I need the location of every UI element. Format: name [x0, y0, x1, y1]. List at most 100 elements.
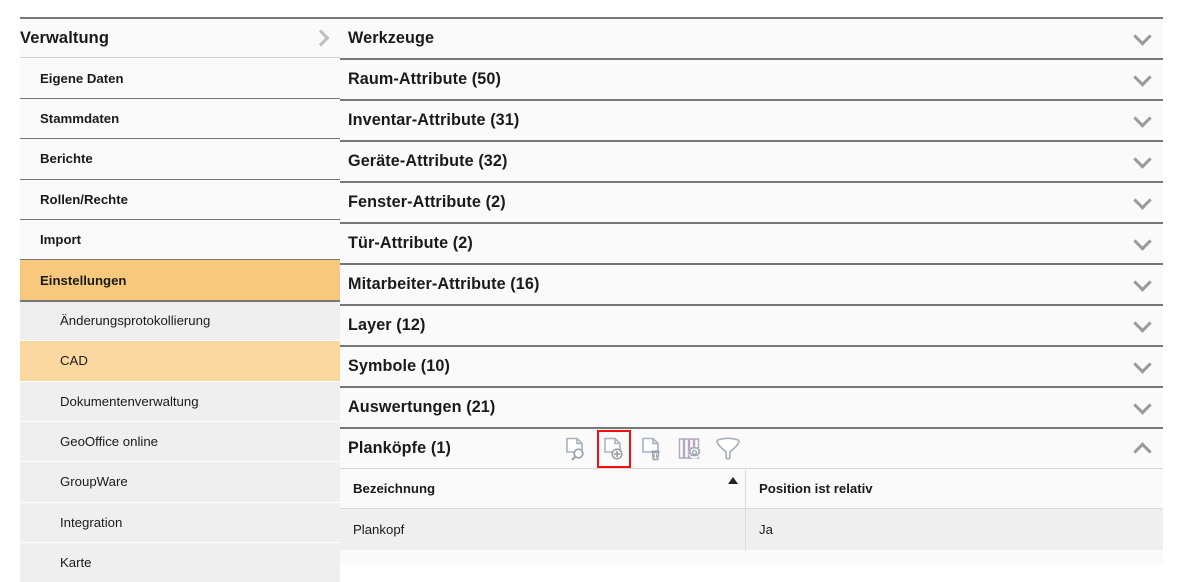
- accordion-header[interactable]: Geräte-Attribute (32): [340, 142, 1163, 181]
- grid-toolbar: [559, 429, 745, 468]
- sidebar-item-stammdaten[interactable]: Stammdaten: [20, 97, 340, 139]
- chevron-up-icon[interactable]: [1131, 438, 1153, 461]
- document-search-icon: [565, 437, 587, 461]
- filter-funnel-button[interactable]: [711, 430, 745, 468]
- sidebar-navigation: Verwaltung Eigene Daten Stammdaten Beric…: [0, 0, 340, 582]
- sidebar-item-label: Stammdaten: [40, 110, 120, 126]
- columns-settings-icon: [678, 437, 702, 461]
- accordion-section-inventar-attribute[interactable]: Inventar-Attribute (31): [340, 99, 1163, 140]
- chevron-down-icon[interactable]: [1131, 354, 1153, 378]
- accordion-header[interactable]: Layer (12): [340, 306, 1163, 345]
- accordion-section-layer[interactable]: Layer (12): [340, 304, 1163, 345]
- accordion-header[interactable]: Fenster-Attribute (2): [340, 183, 1163, 222]
- cell-value: Plankopf: [353, 522, 405, 537]
- cell-value: Ja: [759, 522, 773, 537]
- accordion-header[interactable]: Raum-Attribute (50): [340, 60, 1163, 99]
- sidebar-item-eigene-daten[interactable]: Eigene Daten: [20, 57, 340, 98]
- sidebar-item-label: Einstellungen: [40, 272, 127, 288]
- accordion-header[interactable]: Mitarbeiter-Attribute (16): [340, 265, 1163, 304]
- plankoepfe-data-grid: Bezeichnung Position ist relativ Plankop…: [340, 468, 1163, 565]
- sidebar-subitem-integration[interactable]: Integration: [20, 501, 340, 543]
- sidebar-item-rollen-rechte[interactable]: Rollen/Rechte: [20, 178, 340, 219]
- sidebar-item-label: Berichte: [40, 151, 93, 167]
- accordion-section-symbole[interactable]: Symbole (10): [340, 345, 1163, 386]
- accordion-header[interactable]: Inventar-Attribute (31): [340, 101, 1163, 140]
- column-header-bezeichnung[interactable]: Bezeichnung: [340, 469, 745, 508]
- cell-bezeichnung: Plankopf: [340, 509, 745, 550]
- table-row[interactable]: Plankopf Ja: [340, 509, 1163, 550]
- accordion-section-werkzeuge[interactable]: Werkzeuge: [340, 17, 1163, 58]
- accordion-title: Layer (12): [348, 316, 426, 334]
- accordion-header[interactable]: Werkzeuge: [340, 19, 1163, 58]
- cell-position-ist-relativ: Ja: [745, 509, 1163, 550]
- chevron-down-icon[interactable]: [1131, 190, 1153, 214]
- chevron-down-icon[interactable]: [1131, 231, 1153, 255]
- chevron-right-icon[interactable]: [310, 28, 330, 48]
- document-add-button[interactable]: [596, 429, 631, 468]
- sort-ascending-icon[interactable]: [728, 477, 738, 484]
- accordion-section-auswertungen[interactable]: Auswertungen (21): [340, 386, 1163, 427]
- accordion-header[interactable]: Auswertungen (21): [340, 388, 1163, 427]
- sidebar-subitem-label: GroupWare: [60, 474, 128, 490]
- column-header-label: Position ist relativ: [759, 481, 873, 496]
- sidebar-subitem-label: Integration: [60, 514, 123, 530]
- accordion-title: Mitarbeiter-Attribute (16): [348, 275, 540, 293]
- document-delete-button[interactable]: [635, 430, 669, 468]
- accordion-section-plankoepfe[interactable]: Planköpfe (1) Bezeichnung Position ist r…: [340, 427, 1163, 565]
- columns-settings-button[interactable]: [673, 430, 707, 468]
- accordion-header[interactable]: Planköpfe (1): [340, 429, 1163, 468]
- document-delete-icon: [641, 437, 663, 461]
- chevron-down-icon[interactable]: [1131, 149, 1153, 173]
- chevron-down-icon[interactable]: [1131, 67, 1153, 91]
- accordion-section-tuer-attribute[interactable]: Tür-Attribute (2): [340, 222, 1163, 263]
- accordion-title: Planköpfe (1): [348, 439, 451, 457]
- document-search-button[interactable]: [559, 430, 593, 468]
- sidebar-item-import[interactable]: Import: [20, 218, 340, 260]
- accordion-header[interactable]: Tür-Attribute (2): [340, 224, 1163, 263]
- column-header-label: Bezeichnung: [353, 481, 436, 496]
- accordion-title: Tür-Attribute (2): [348, 234, 473, 252]
- chevron-down-icon[interactable]: [1131, 108, 1153, 132]
- column-header-position-ist-relativ[interactable]: Position ist relativ: [745, 469, 1163, 508]
- sidebar-subitem-karte[interactable]: Karte: [20, 542, 340, 582]
- accordion-title: Werkzeuge: [348, 29, 435, 47]
- sidebar-item-label: Eigene Daten: [40, 70, 124, 86]
- accordion-header[interactable]: Symbole (10): [340, 347, 1163, 386]
- accordion-section-fenster-attribute[interactable]: Fenster-Attribute (2): [340, 181, 1163, 222]
- accordion-title: Fenster-Attribute (2): [348, 193, 506, 211]
- sidebar-subitem-dokumentenverwaltung[interactable]: Dokumentenverwaltung: [20, 380, 340, 421]
- sidebar-subitem-label: Karte: [60, 555, 92, 571]
- sidebar-subitem-label: Änderungsprotokollierung: [60, 313, 211, 329]
- sidebar-subitem-label: CAD: [60, 353, 88, 369]
- settings-accordion-panel: Werkzeuge Raum-Attribute (50) Inventar-A…: [340, 0, 1183, 571]
- sidebar-item-berichte[interactable]: Berichte: [20, 138, 340, 179]
- accordion-section-mitarbeiter-attribute[interactable]: Mitarbeiter-Attribute (16): [340, 263, 1163, 304]
- chevron-down-icon[interactable]: [1131, 26, 1153, 50]
- table-header-row: Bezeichnung Position ist relativ: [340, 469, 1163, 509]
- accordion-title: Symbole (10): [348, 357, 450, 375]
- chevron-down-icon[interactable]: [1131, 313, 1153, 337]
- sidebar-subitem-cad[interactable]: CAD: [20, 340, 340, 381]
- sidebar-item-label: Import: [40, 232, 82, 248]
- sidebar-item-einstellungen[interactable]: Einstellungen: [20, 259, 340, 300]
- chevron-down-icon[interactable]: [1131, 395, 1153, 419]
- sidebar-root-verwaltung[interactable]: Verwaltung: [20, 17, 340, 58]
- grid-empty-space: [340, 550, 1163, 565]
- sidebar-subitem-label: Dokumentenverwaltung: [60, 393, 199, 409]
- accordion-title: Geräte-Attribute (32): [348, 152, 508, 170]
- accordion-section-geraete-attribute[interactable]: Geräte-Attribute (32): [340, 140, 1163, 181]
- document-add-icon: [603, 437, 625, 461]
- sidebar-subitem-label: GeoOffice online: [60, 434, 158, 450]
- sidebar-subitem-geooffice-online[interactable]: GeoOffice online: [20, 420, 340, 462]
- accordion-title: Raum-Attribute (50): [348, 70, 501, 88]
- accordion-title: Auswertungen (21): [348, 398, 496, 416]
- sidebar-subitem-groupware[interactable]: GroupWare: [20, 461, 340, 502]
- sidebar-item-label: Rollen/Rechte: [40, 191, 128, 207]
- accordion-section-raum-attribute[interactable]: Raum-Attribute (50): [340, 58, 1163, 99]
- accordion-title: Inventar-Attribute (31): [348, 111, 520, 129]
- sidebar-root-label: Verwaltung: [20, 28, 110, 47]
- filter-funnel-icon: [715, 436, 741, 461]
- sidebar-subitem-aenderungsprotokollierung[interactable]: Änderungsprotokollierung: [20, 299, 340, 341]
- application-window: Verwaltung Eigene Daten Stammdaten Beric…: [0, 0, 1183, 582]
- chevron-down-icon[interactable]: [1131, 272, 1153, 296]
